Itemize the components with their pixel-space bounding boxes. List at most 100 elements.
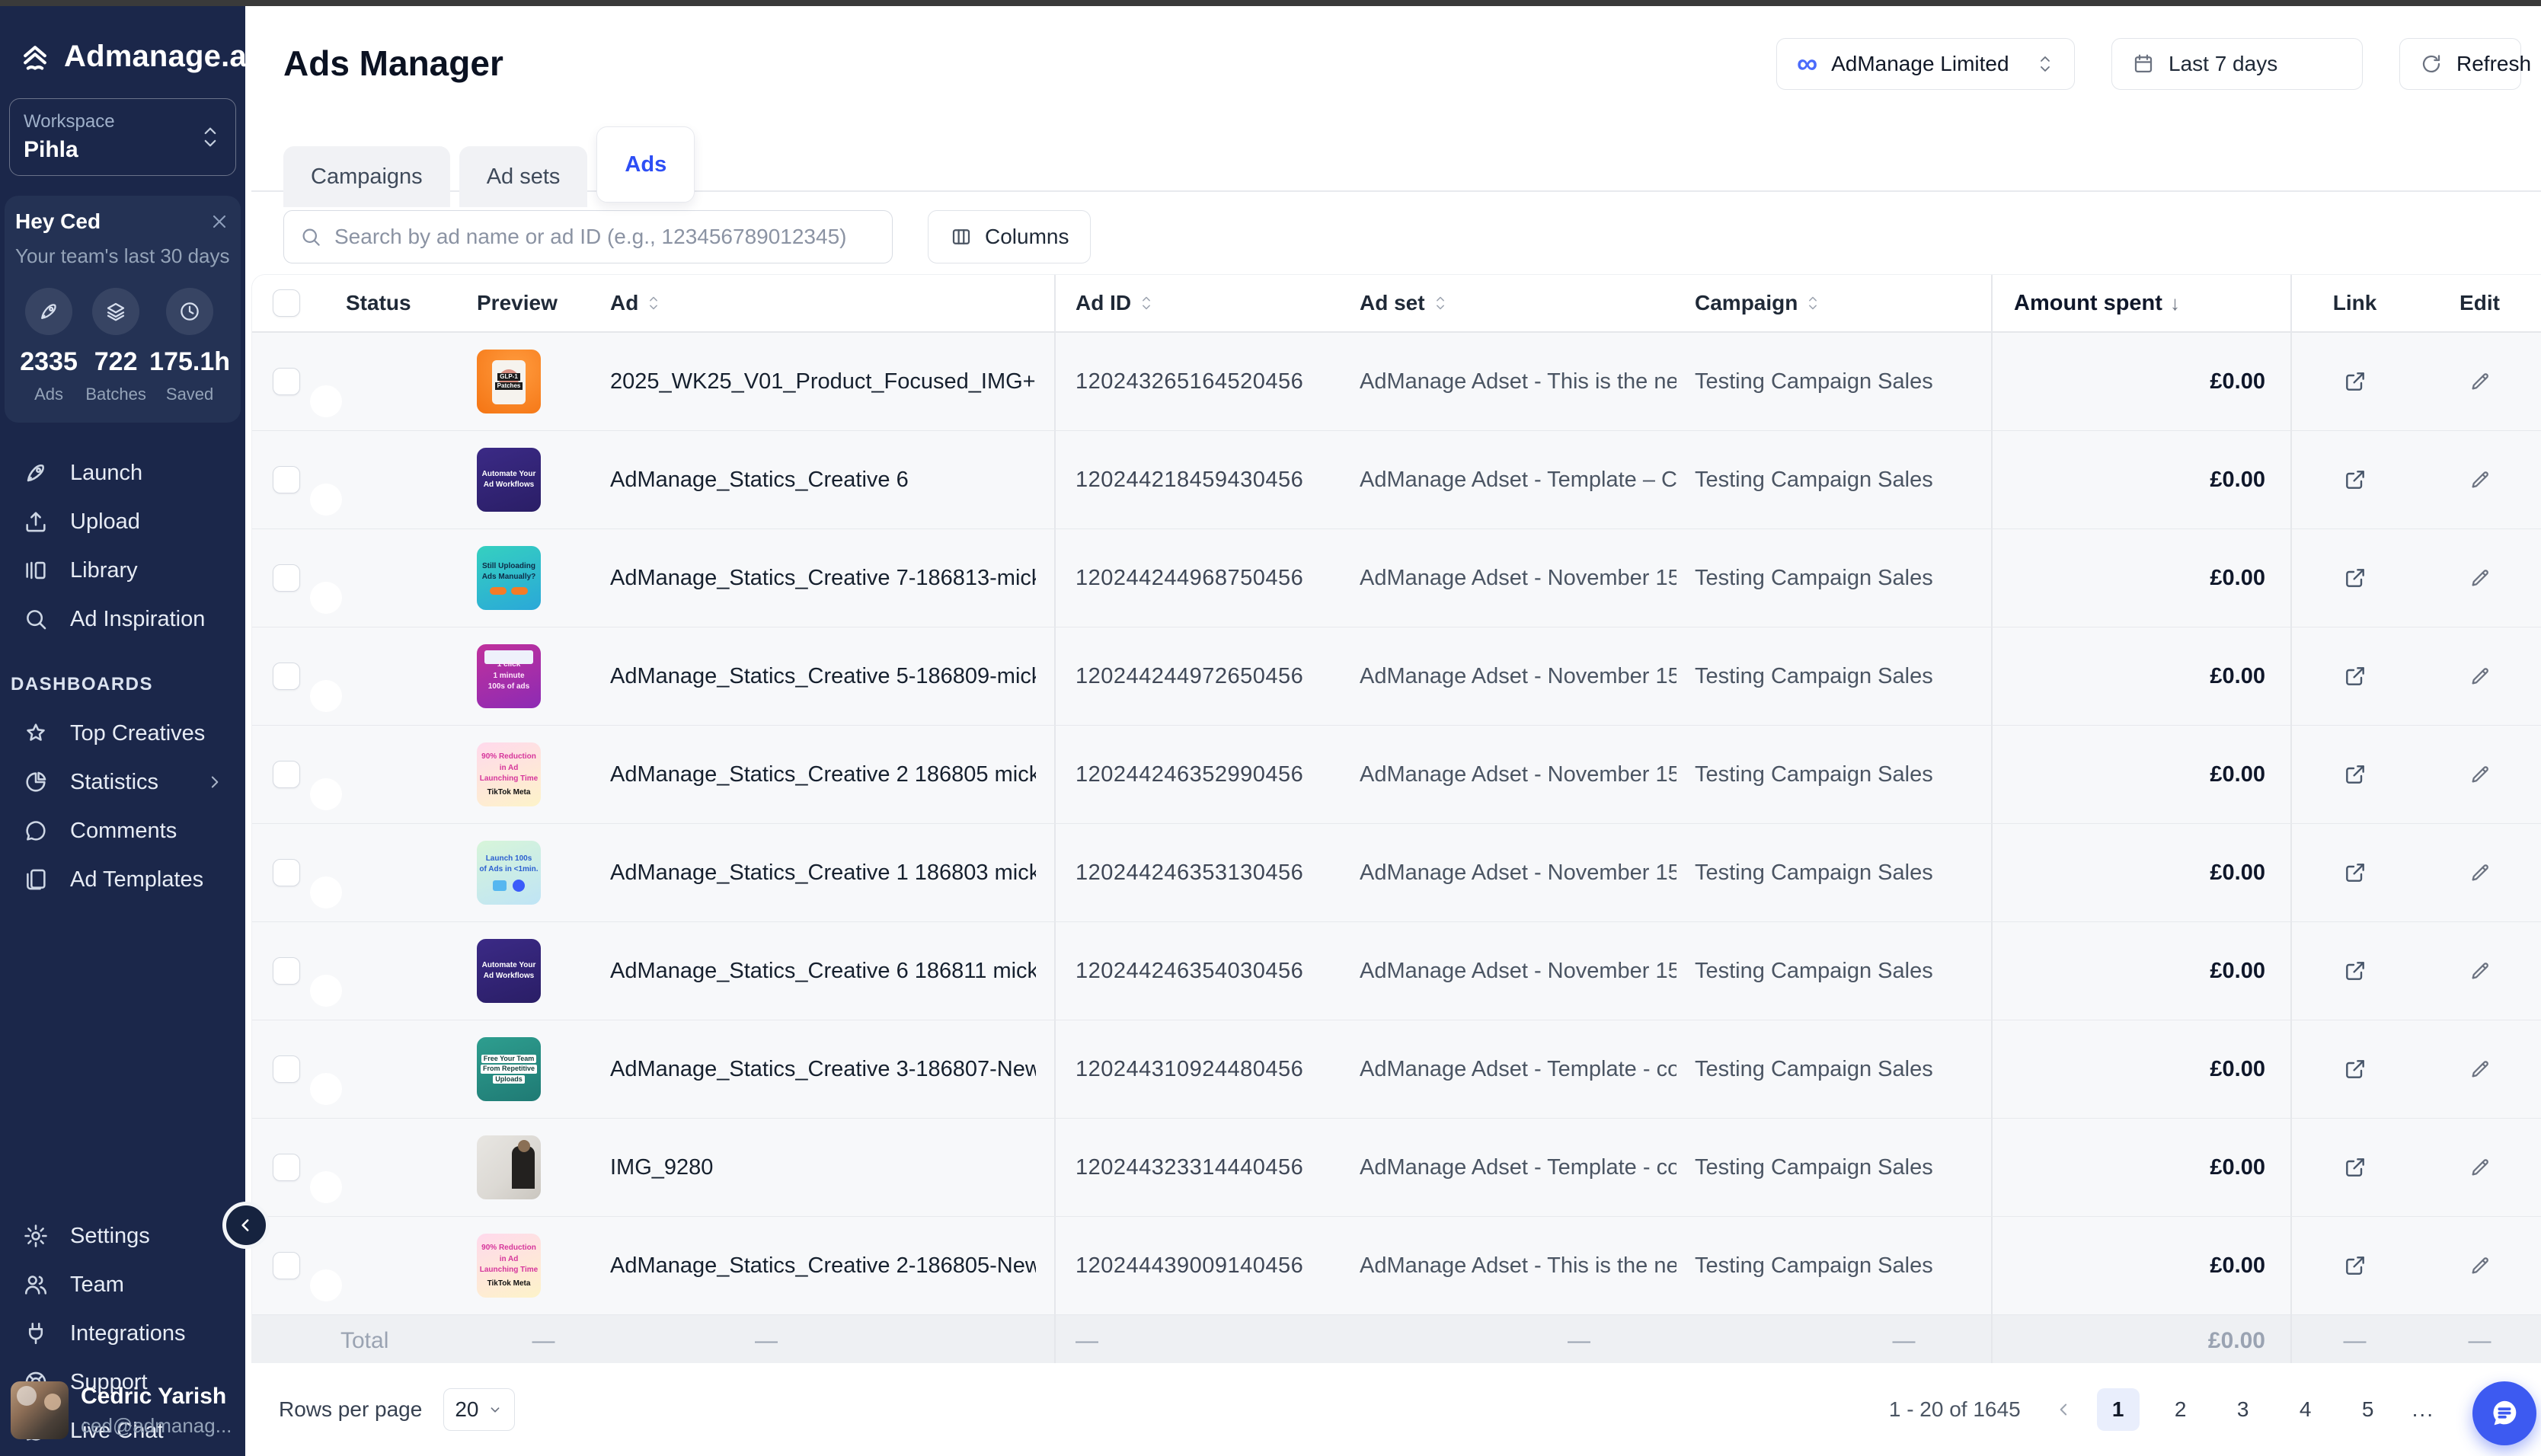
- sidebar-item-upload[interactable]: Upload: [0, 497, 245, 546]
- ad-name[interactable]: AdManage_Statics_Creative 2 186805 micka…: [610, 762, 1036, 787]
- sidebar-item-ad-templates[interactable]: Ad Templates: [0, 855, 245, 904]
- refresh-button[interactable]: Refresh: [2399, 38, 2521, 90]
- page-button-2[interactable]: 2: [2159, 1388, 2202, 1431]
- sidebar-item-team[interactable]: Team: [0, 1260, 245, 1309]
- col-header-ad[interactable]: Ad: [610, 275, 1056, 331]
- tab-ad-sets[interactable]: Ad sets: [459, 146, 588, 207]
- pencil-icon[interactable]: [2469, 959, 2491, 982]
- ad-name[interactable]: AdManage_Statics_Creative 6 186811 micka…: [610, 959, 1036, 984]
- link-cell: [2292, 369, 2418, 394]
- row-checkbox[interactable]: [273, 663, 300, 690]
- external-link-icon[interactable]: [2343, 959, 2367, 983]
- preview-thumb[interactable]: 90% Reductionin AdLaunching TimeTikTok M…: [477, 742, 541, 806]
- ad-name[interactable]: AdManage_Statics_Creative 6: [610, 468, 909, 493]
- external-link-icon[interactable]: [2343, 762, 2367, 787]
- amount-spent: £0.00: [1991, 431, 2292, 528]
- sidebar-item-top-creatives[interactable]: Top Creatives: [0, 709, 245, 758]
- account-selector[interactable]: ∞ AdManage Limited: [1776, 38, 2075, 90]
- sidebar-item-ad-inspiration[interactable]: Ad Inspiration: [0, 595, 245, 643]
- sidebar-item-label: Statistics: [70, 770, 158, 795]
- preview-thumb[interactable]: 90% Reductionin AdLaunching TimeTikTok M…: [477, 1234, 541, 1298]
- preview-thumb[interactable]: Automate YourAd Workflows: [477, 448, 541, 512]
- page-button-1[interactable]: 1: [2097, 1388, 2140, 1431]
- app-title: Admanage.ai: [64, 40, 255, 74]
- table-row: 90% Reductionin AdLaunching TimeTikTok M…: [252, 1217, 2541, 1315]
- table-row: Still UploadingAds Manually? AdManage_St…: [252, 529, 2541, 627]
- pencil-icon[interactable]: [2469, 370, 2491, 393]
- ad-name[interactable]: AdManage_Statics_Creative 3-186807-NewCr…: [610, 1057, 1036, 1082]
- close-icon[interactable]: [209, 211, 230, 232]
- preview-thumb[interactable]: Launch 100sof Ads in <1min.: [477, 841, 541, 905]
- preview-thumb[interactable]: [477, 1135, 541, 1199]
- chat-fab-button[interactable]: [2472, 1381, 2536, 1445]
- sidebar-collapse-button[interactable]: [222, 1202, 270, 1249]
- search-input[interactable]: [334, 225, 877, 249]
- pencil-icon[interactable]: [2469, 1156, 2491, 1179]
- preview-thumb[interactable]: 1 click1 minute100s of ads: [477, 644, 541, 708]
- ad-id: 120244244968750456: [1056, 566, 1341, 591]
- ad-name[interactable]: AdManage_Statics_Creative 5-186809-micka…: [610, 664, 1036, 689]
- ad-set-name: AdManage Adset - November 15th -: [1341, 664, 1676, 689]
- tab-campaigns[interactable]: Campaigns: [283, 146, 450, 207]
- sidebar-item-integrations[interactable]: Integrations: [0, 1309, 245, 1358]
- tab-ads[interactable]: Ads: [596, 126, 695, 203]
- sidebar-item-launch[interactable]: Launch: [0, 449, 245, 497]
- select-all-checkbox[interactable]: [273, 289, 300, 317]
- table-header-row: Status Preview Ad Ad ID Ad set Campaign …: [252, 275, 2541, 333]
- sidebar-item-statistics[interactable]: Statistics: [0, 758, 245, 806]
- external-link-icon[interactable]: [2343, 566, 2367, 590]
- col-header-campaign[interactable]: Campaign: [1676, 291, 1991, 315]
- pencil-icon[interactable]: [2469, 567, 2491, 589]
- preview-thumb[interactable]: Automate YourAd Workflows: [477, 939, 541, 1003]
- row-checkbox[interactable]: [273, 761, 300, 788]
- row-checkbox[interactable]: [273, 957, 300, 985]
- row-checkbox[interactable]: [273, 1055, 300, 1083]
- col-header-ad-id[interactable]: Ad ID: [1056, 291, 1341, 315]
- columns-button[interactable]: Columns: [928, 210, 1091, 263]
- ad-name[interactable]: AdManage_Statics_Creative 2-186805-NewCr…: [610, 1253, 1036, 1279]
- row-checkbox[interactable]: [273, 368, 300, 395]
- prev-page-icon[interactable]: [2054, 1400, 2074, 1419]
- ad-name[interactable]: AdManage_Statics_Creative 1 186803 micka…: [610, 861, 1036, 886]
- page-button-5[interactable]: 5: [2347, 1388, 2389, 1431]
- ad-set-name: AdManage Adset - Template - copy:: [1341, 1155, 1676, 1180]
- external-link-icon[interactable]: [2343, 369, 2367, 394]
- sidebar-item-comments[interactable]: Comments: [0, 806, 245, 855]
- pencil-icon[interactable]: [2469, 468, 2491, 491]
- row-checkbox[interactable]: [273, 859, 300, 886]
- pencil-icon[interactable]: [2469, 861, 2491, 884]
- rows-per-page-select[interactable]: 20: [443, 1388, 514, 1431]
- pencil-icon[interactable]: [2469, 1058, 2491, 1081]
- external-link-icon[interactable]: [2343, 664, 2367, 688]
- workspace-selector[interactable]: Workspace Pihla: [9, 98, 236, 176]
- preview-thumb[interactable]: GLP-1Patches: [477, 350, 541, 413]
- external-link-icon[interactable]: [2343, 1253, 2367, 1278]
- ad-id: 120243265164520456: [1056, 369, 1341, 394]
- external-link-icon[interactable]: [2343, 1057, 2367, 1081]
- ad-name[interactable]: AdManage_Statics_Creative 7-186813-micka…: [610, 566, 1036, 591]
- external-link-icon[interactable]: [2343, 1155, 2367, 1180]
- pencil-icon[interactable]: [2469, 1254, 2491, 1277]
- external-link-icon[interactable]: [2343, 861, 2367, 885]
- user-menu[interactable]: Cedric Yarish ced@admanag...: [0, 1372, 245, 1448]
- preview-thumb[interactable]: Free Your TeamFrom RepetitiveUploads: [477, 1037, 541, 1101]
- pencil-icon[interactable]: [2469, 665, 2491, 688]
- ad-name[interactable]: 2025_WK25_V01_Product_Focused_IMG+TEXT_(: [610, 369, 1036, 394]
- date-range-picker[interactable]: Last 7 days: [2111, 38, 2363, 90]
- sidebar-item-settings[interactable]: Settings: [0, 1212, 245, 1260]
- link-cell: [2292, 566, 2418, 590]
- preview-thumb[interactable]: Still UploadingAds Manually?: [477, 546, 541, 610]
- row-checkbox[interactable]: [273, 1252, 300, 1279]
- external-link-icon[interactable]: [2343, 468, 2367, 492]
- ad-name[interactable]: IMG_9280: [610, 1155, 713, 1180]
- row-checkbox[interactable]: [273, 564, 300, 592]
- col-header-amount-spent[interactable]: Amount spent ↓: [1991, 275, 2292, 331]
- page-button-4[interactable]: 4: [2284, 1388, 2327, 1431]
- row-checkbox[interactable]: [273, 466, 300, 493]
- sidebar-item-library[interactable]: Library: [0, 546, 245, 595]
- page-button-3[interactable]: 3: [2222, 1388, 2265, 1431]
- col-header-ad-set[interactable]: Ad set: [1341, 291, 1676, 315]
- link-cell: [2292, 959, 2418, 983]
- pencil-icon[interactable]: [2469, 763, 2491, 786]
- row-checkbox[interactable]: [273, 1154, 300, 1181]
